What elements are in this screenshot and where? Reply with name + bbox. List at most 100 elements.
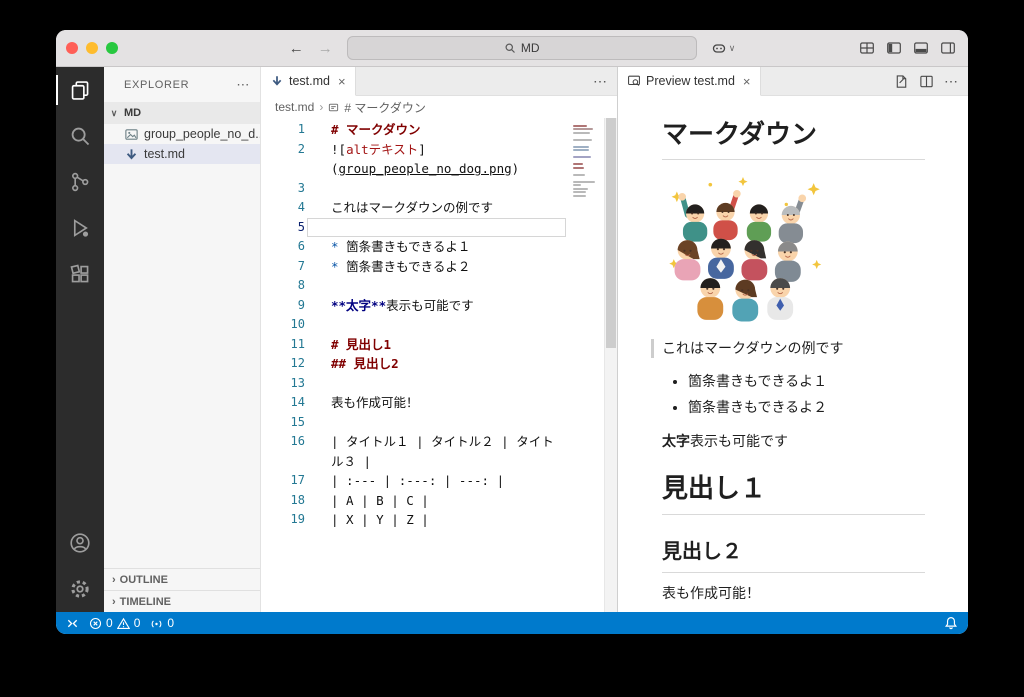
scrollbar-thumb[interactable] <box>606 118 616 348</box>
close-icon[interactable]: × <box>743 74 751 89</box>
preview-table-note: 表も作成可能！ <box>662 584 760 601</box>
code-line[interactable]: 2 ![altテキスト] <box>261 140 570 160</box>
editor-scrollbar[interactable] <box>604 118 617 612</box>
code-text: | タイトル１ | タイトル２ | タイト <box>331 434 554 449</box>
remote-indicator[interactable] <box>66 617 79 630</box>
minimize-window-button[interactable] <box>86 42 98 54</box>
code-line[interactable]: 19 | X | Y | Z | <box>261 510 570 530</box>
back-icon[interactable]: ← <box>289 41 304 56</box>
code-line[interactable]: 18 | A | B | C | <box>261 491 570 511</box>
code-line[interactable]: 1 # マークダウン <box>261 120 570 140</box>
activity-run-debug-button[interactable] <box>56 205 104 251</box>
code-line[interactable]: 7 * 箇条書きもできるよ２ <box>261 257 570 277</box>
section-label: TIMELINE <box>119 595 172 608</box>
activity-source-control-button[interactable] <box>56 159 104 205</box>
breadcrumb-symbol[interactable]: # マークダウン <box>344 99 426 116</box>
code-text: これはマークダウンの例です <box>331 200 494 215</box>
more-actions-icon[interactable]: ⋯ <box>593 73 607 90</box>
code-line[interactable]: 3 <box>261 179 570 199</box>
toggle-panel-icon[interactable] <box>913 40 929 56</box>
markdown-file-icon <box>270 74 284 88</box>
close-window-button[interactable] <box>66 42 78 54</box>
file-row-testmd[interactable]: test.md <box>104 144 260 164</box>
open-preview-icon <box>627 74 641 88</box>
code-line[interactable]: 10 <box>261 315 570 335</box>
account-icon <box>69 532 91 554</box>
command-center-group: ← → MD ∨ <box>289 36 735 60</box>
line-number: 17 <box>290 473 305 487</box>
activity-spacer <box>56 297 104 520</box>
command-center-search[interactable]: MD <box>346 36 697 60</box>
preview-group: Preview test.md × ⋯ マークダウン これはマークダウンの例です… <box>617 67 968 612</box>
settings-button[interactable] <box>56 566 104 612</box>
code-text: * 箇条書きもできるよ１ <box>331 239 471 254</box>
tab-testmd[interactable]: test.md × <box>261 67 356 96</box>
code-line[interactable]: 16 | タイトル１ | タイトル２ | タイト <box>261 432 570 452</box>
code-line[interactable]: 11 # 見出し1 <box>261 335 570 355</box>
line-number: 14 <box>290 395 305 409</box>
code-line[interactable]: 12 ## 見出し2 <box>261 354 570 374</box>
activity-extensions-button[interactable] <box>56 251 104 297</box>
account-button[interactable] <box>56 520 104 566</box>
close-icon[interactable]: × <box>338 74 346 89</box>
line-number: 9 <box>297 297 305 312</box>
code-line[interactable]: 6 * 箇条書きもできるよ１ <box>261 237 570 257</box>
minimap[interactable] <box>570 118 604 612</box>
line-number: 11 <box>290 336 305 351</box>
code-text: # 見出し1 <box>331 336 392 352</box>
line-number: 3 <box>297 180 305 195</box>
code-line[interactable]: 9 **太字**表示も可能です <box>261 296 570 316</box>
breadcrumb-file[interactable]: test.md <box>275 100 314 114</box>
vscode-window: ← → MD ∨ EXPLORER ⋯ ∨ MD group_people_no… <box>56 30 968 634</box>
status-bar: 0 0 0 <box>56 612 968 634</box>
notifications-button[interactable] <box>944 616 958 630</box>
line-number: 15 <box>290 414 305 429</box>
title-bar: ← → MD ∨ <box>56 30 968 67</box>
tab-label: test.md <box>289 74 330 88</box>
breadcrumb[interactable]: test.md › # マークダウン <box>261 96 617 118</box>
preview-list-item: 箇条書きもできるよ２ <box>688 395 925 421</box>
file-row-image[interactable]: group_people_no_d... <box>104 124 260 144</box>
customize-layout-icon[interactable] <box>859 40 875 56</box>
code-line[interactable]: 17 | :--- | :---: | ---: | <box>261 471 570 491</box>
copilot-menu[interactable]: ∨ <box>711 40 735 56</box>
code-text: (group_people_no_dog.png) <box>331 161 520 176</box>
ports-indicator[interactable]: 0 <box>150 616 174 630</box>
tab-preview-testmd[interactable]: Preview test.md × <box>618 67 761 96</box>
forward-icon[interactable]: → <box>318 41 333 56</box>
maximize-window-button[interactable] <box>106 42 118 54</box>
editor-lines[interactable]: 1 # マークダウン 2 ![altテキスト] (group_people_no_dog… <box>261 118 570 612</box>
code-line[interactable]: 8 <box>261 276 570 296</box>
code-text: # マークダウン <box>331 122 421 137</box>
code-line[interactable]: ル３ | <box>261 452 570 472</box>
code-line[interactable]: 13 <box>261 374 570 394</box>
image-file-icon <box>124 127 139 142</box>
preview-bold-text: 太字 <box>662 432 690 449</box>
screen: { "theme": { "status_bar": "#007acc", "a… <box>0 0 1024 697</box>
code-line[interactable]: (group_people_no_dog.png) <box>261 159 570 179</box>
line-number: 12 <box>290 356 305 370</box>
toggle-primary-sidebar-icon[interactable] <box>886 40 902 56</box>
editor-tab-bar: test.md × ⋯ <box>261 67 617 96</box>
section-outline[interactable]: › OUTLINE <box>104 568 260 590</box>
activity-search-button[interactable] <box>56 113 104 159</box>
code-line[interactable]: 4 これはマークダウンの例です <box>261 198 570 218</box>
folder-row-md[interactable]: ∨ MD <box>104 102 260 124</box>
split-editor-icon[interactable] <box>919 74 934 89</box>
problems-indicator[interactable]: 0 0 <box>89 616 140 630</box>
markdown-file-icon <box>124 147 139 162</box>
code-line[interactable]: 15 <box>261 413 570 433</box>
open-in-editor-icon[interactable] <box>894 74 909 89</box>
code-line[interactable]: 14 表も作成可能！ <box>261 393 570 413</box>
activity-explorer-button[interactable] <box>56 67 104 113</box>
sidebar-more-icon[interactable]: ⋯ <box>236 77 250 93</box>
code-line[interactable]: 5 <box>261 217 570 238</box>
code-text: | :--- | :---: | ---: | <box>331 473 505 488</box>
toggle-secondary-sidebar-icon[interactable] <box>940 40 956 56</box>
more-actions-icon[interactable]: ⋯ <box>944 73 958 90</box>
section-timeline[interactable]: › TIMELINE <box>104 590 260 612</box>
preview-paragraph: これはマークダウンの例です <box>651 338 925 359</box>
activity-bar <box>56 67 104 612</box>
